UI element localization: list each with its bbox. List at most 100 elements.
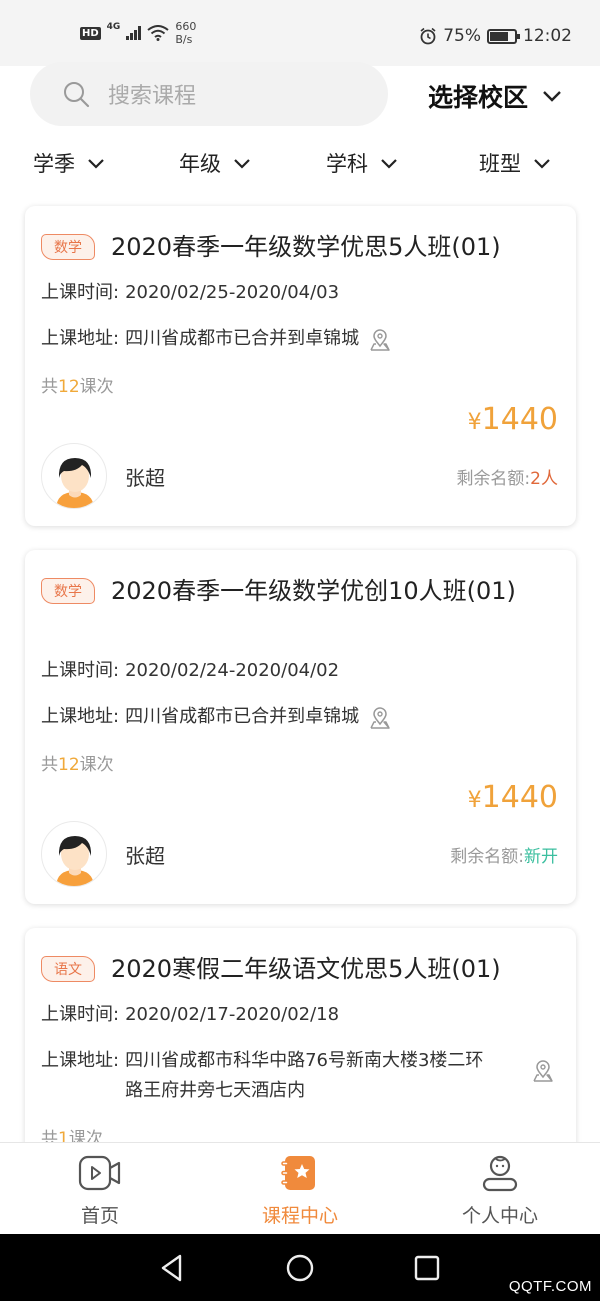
price: ¥1440 xyxy=(468,780,558,815)
wifi-icon xyxy=(147,25,169,41)
filter-label: 班型 xyxy=(479,152,521,176)
status-bar: HD 4G 660 B/s 75% 12:02 xyxy=(0,0,600,66)
filter-label: 年级 xyxy=(179,152,221,176)
subject-tag: 数学 xyxy=(41,234,95,260)
chevron-down-icon xyxy=(381,158,397,169)
nav-label: 个人中心 xyxy=(461,1205,538,1227)
lesson-suffix: 课次 xyxy=(68,1129,103,1142)
search-placeholder: 搜索课程 xyxy=(108,84,197,109)
teacher-name: 张超 xyxy=(125,466,165,490)
filter-subject[interactable]: 学科 xyxy=(326,148,398,178)
lesson-count: 共12课次 xyxy=(41,372,114,397)
home-icon[interactable] xyxy=(285,1253,315,1283)
class-time-label: 上课时间: xyxy=(41,282,120,303)
filter-season[interactable]: 学季 xyxy=(33,148,105,178)
card-header: 数学 2020春季一年级数学优思5人班(01) xyxy=(41,230,561,264)
clock: 12:02 xyxy=(523,26,572,46)
class-time-row: 上课时间: 2020/02/24-2020/04/02 xyxy=(41,658,339,684)
battery-percent: 75% xyxy=(443,26,481,46)
location-pin-icon[interactable] xyxy=(367,705,393,731)
campus-label: 选择校区 xyxy=(428,83,529,112)
hd-badge: HD xyxy=(80,26,101,40)
teacher-avatar xyxy=(41,821,107,887)
location-pin-icon[interactable] xyxy=(367,327,393,353)
course-card[interactable]: 语文 2020寒假二年级语文优思5人班(01) 上课时间: 2020/02/17… xyxy=(25,928,576,1142)
chevron-down-icon xyxy=(534,158,550,169)
lesson-suffix: 课次 xyxy=(79,377,114,397)
class-address-row: 上课地址: 四川省成都市科华中路76号新南大楼3楼二环路王府井旁七天酒店内 xyxy=(41,1048,521,1106)
price-value: 1440 xyxy=(481,780,558,815)
speed-value: 660 xyxy=(175,20,197,33)
nav-home[interactable]: 首页 xyxy=(0,1153,200,1228)
quota-value: 新开 xyxy=(524,847,558,867)
quota-label: 剩余名额: xyxy=(450,847,524,867)
filter-class-type[interactable]: 班型 xyxy=(479,148,551,178)
teacher-avatar-icon xyxy=(56,458,94,508)
course-title: 2020春季一年级数学优思5人班(01) xyxy=(111,233,501,261)
speed-unit: B/s xyxy=(175,33,193,46)
filter-bar: 学季 年级 学科 班型 xyxy=(0,148,600,188)
lesson-count: 共12课次 xyxy=(41,750,114,775)
class-address-value: 四川省成都市已合并到卓锦城 xyxy=(125,706,360,727)
teacher-name: 张超 xyxy=(125,844,165,868)
class-time-value: 2020/02/17-2020/02/18 xyxy=(125,1004,340,1025)
filter-label: 学季 xyxy=(33,152,75,176)
battery-icon xyxy=(487,28,520,44)
subject-tag: 数学 xyxy=(41,578,95,604)
teacher-avatar-icon xyxy=(56,836,94,886)
signal-icon xyxy=(126,26,142,40)
video-play-icon xyxy=(78,1155,121,1191)
class-address-value: 四川省成都市科华中路76号新南大楼3楼二环路王府井旁七天酒店内 xyxy=(125,1050,484,1101)
nav-course-center[interactable]: 课程中心 xyxy=(200,1153,400,1228)
subject-tag: 语文 xyxy=(41,956,95,982)
course-title: 2020春季一年级数学优创10人班(01) xyxy=(111,577,516,605)
lesson-suffix: 课次 xyxy=(79,755,114,775)
watermark: QQTF.COM xyxy=(508,1278,592,1295)
class-time-value: 2020/02/24-2020/04/02 xyxy=(125,660,340,681)
card-header: 语文 2020寒假二年级语文优思5人班(01) xyxy=(41,952,561,986)
course-book-icon xyxy=(281,1156,315,1190)
chevron-down-icon xyxy=(88,158,104,169)
price: ¥1440 xyxy=(468,402,558,437)
class-address-label: 上课地址: xyxy=(41,1050,120,1071)
course-card[interactable]: 数学 2020春季一年级数学优创10人班(01) 上课时间: 2020/02/2… xyxy=(25,550,576,904)
lesson-number: 12 xyxy=(58,377,80,397)
quota-value: 2人 xyxy=(530,469,558,489)
location-pin-icon[interactable] xyxy=(530,1058,556,1084)
nav-profile[interactable]: 个人中心 xyxy=(400,1153,600,1228)
bottom-nav: 首页 课程中心 个人中心 xyxy=(0,1142,600,1234)
remaining-quota: 剩余名额:2人 xyxy=(456,464,558,489)
currency-symbol: ¥ xyxy=(467,788,482,813)
network-type: 4G xyxy=(106,22,121,32)
quota-label: 剩余名额: xyxy=(456,469,531,489)
filter-grade[interactable]: 年级 xyxy=(179,148,251,178)
battery-fill xyxy=(490,31,508,41)
filter-label: 学科 xyxy=(326,152,368,176)
lesson-number: 1 xyxy=(58,1129,69,1142)
remaining-quota: 剩余名额:新开 xyxy=(450,842,558,867)
search-icon xyxy=(64,82,90,108)
class-address-value: 四川省成都市已合并到卓锦城 xyxy=(125,328,360,349)
back-icon[interactable] xyxy=(158,1253,186,1283)
class-address-label: 上课地址: xyxy=(41,328,120,349)
class-time-row: 上课时间: 2020/02/17-2020/02/18 xyxy=(41,1002,339,1028)
lesson-prefix: 共 xyxy=(41,377,58,397)
course-title: 2020寒假二年级语文优思5人班(01) xyxy=(111,955,501,983)
card-header: 数学 2020春季一年级数学优创10人班(01) xyxy=(41,574,561,608)
nav-label: 首页 xyxy=(80,1205,119,1227)
chevron-down-icon xyxy=(543,91,561,102)
course-list[interactable]: 数学 2020春季一年级数学优思5人班(01) 上课时间: 2020/02/25… xyxy=(0,196,600,1142)
recent-apps-icon[interactable] xyxy=(413,1253,441,1283)
course-card[interactable]: 数学 2020春季一年级数学优思5人班(01) 上课时间: 2020/02/25… xyxy=(25,206,576,526)
class-address-row: 上课地址: 四川省成都市已合并到卓锦城 xyxy=(41,704,393,731)
lesson-prefix: 共 xyxy=(41,755,58,775)
class-address-label: 上课地址: xyxy=(41,706,120,727)
system-nav-bar: QQTF.COM xyxy=(0,1234,600,1301)
chevron-down-icon xyxy=(234,158,250,169)
search-input[interactable]: 搜索课程 xyxy=(30,62,388,126)
lesson-prefix: 共 xyxy=(41,1129,58,1142)
lesson-count: 共1课次 xyxy=(41,1124,103,1142)
teacher-avatar xyxy=(41,443,107,509)
campus-select[interactable]: 选择校区 xyxy=(428,78,562,114)
nav-label: 课程中心 xyxy=(261,1205,338,1227)
